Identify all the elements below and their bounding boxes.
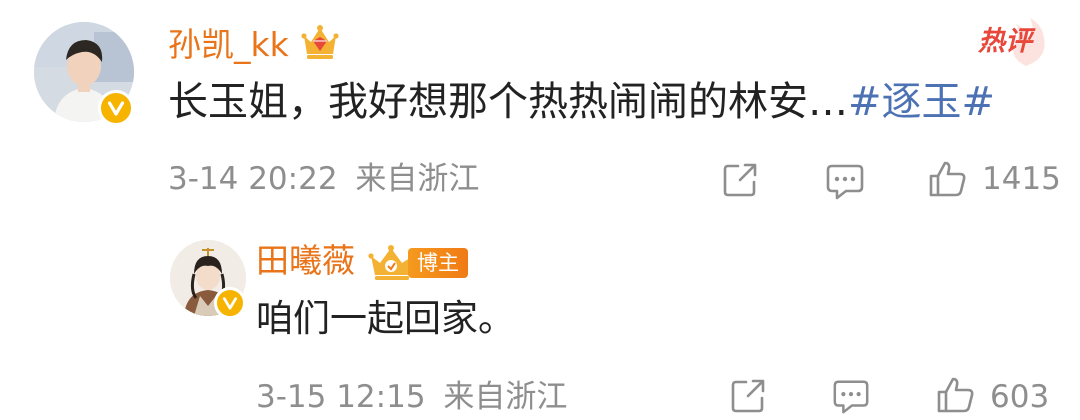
like-count: 1415 (982, 161, 1061, 197)
reply-share-icon[interactable] (728, 376, 768, 416)
reply-like-count: 603 (990, 379, 1050, 415)
blogger-label: 博主 (408, 248, 468, 278)
like-icon[interactable] (926, 158, 968, 200)
comment-time: 3-14 20:22 (168, 161, 338, 197)
comment-timestamp: 3-14 20:22 来自浙江 (168, 164, 479, 195)
replier-username[interactable]: 田曦薇 (256, 244, 355, 277)
share-icon[interactable] (720, 160, 760, 200)
verified-badge-icon (98, 90, 134, 126)
comment-text: 长玉姐，我好想那个热热闹闹的林安…#逐玉# (168, 82, 995, 122)
reply-time: 3-15 12:15 (256, 379, 426, 415)
crown-diamond-icon (300, 22, 340, 62)
reply-like-icon[interactable] (934, 374, 976, 416)
comment-icon[interactable] (824, 160, 866, 202)
verified-badge-icon (214, 287, 246, 319)
reply-timestamp: 3-15 12:15 来自浙江 (256, 382, 567, 413)
reply-comment-icon[interactable] (830, 376, 872, 416)
reply-location: 来自浙江 (443, 379, 568, 415)
reply-text: 咱们一起回家。 (256, 297, 515, 340)
hashtag-link[interactable]: #逐玉# (848, 79, 995, 125)
comment-location: 来自浙江 (355, 161, 480, 197)
commenter-username[interactable]: 孙凯_kk (168, 28, 289, 61)
hot-label: 热评 (978, 26, 1032, 57)
comment-text-main: 长玉姐，我好想那个热热闹闹的林安… (168, 79, 848, 125)
hot-comment-badge: 热评 (968, 14, 1056, 70)
